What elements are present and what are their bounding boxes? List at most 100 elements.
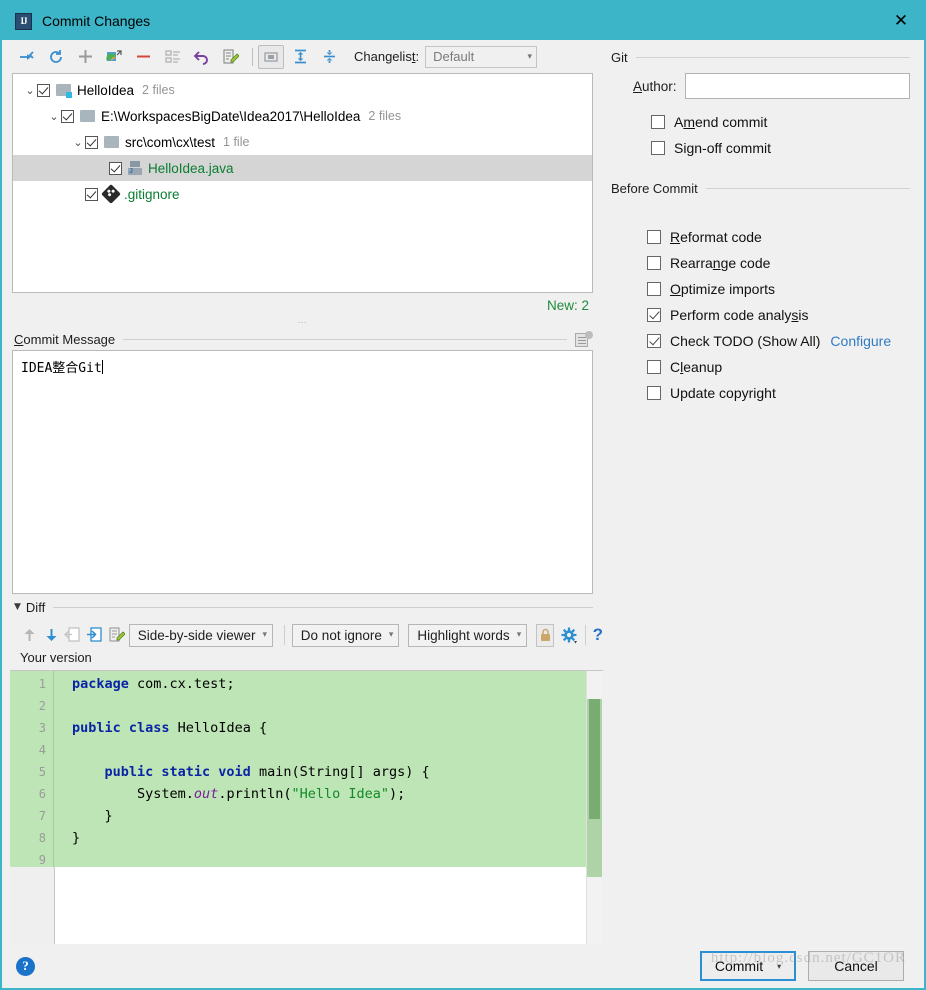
commit-button-label: Commit	[714, 958, 764, 974]
diff-toolbar: Side-by-side viewer ▾ Do not ignore ▾ Hi…	[2, 620, 603, 650]
changelist-label: Changelist:	[354, 49, 420, 64]
code-line: package com.cx.test;	[54, 673, 603, 695]
revert-change-icon[interactable]	[64, 623, 83, 647]
sign-off-commit-checkbox-row[interactable]: Sign-off commit	[651, 135, 910, 161]
configure-link[interactable]: Configure	[830, 333, 891, 349]
line-number: 3	[38, 721, 46, 735]
tree-row-helloidea-java[interactable]: J HelloIdea.java	[13, 155, 592, 181]
code-line: public class HelloIdea {	[54, 717, 603, 739]
check-todo-checkbox-row[interactable]: Check TODO (Show All) Configure	[647, 328, 910, 354]
tree-row-count: 2 files	[142, 83, 175, 97]
optimize-imports-checkbox[interactable]	[647, 282, 661, 296]
line-number: 8	[38, 831, 46, 845]
update-copyright-checkbox-row[interactable]: Update copyright	[647, 380, 910, 406]
tree-checkbox[interactable]	[109, 161, 122, 175]
move-to-another-changelist-icon[interactable]	[15, 45, 40, 69]
chevron-expanded-icon[interactable]: ⌄	[71, 136, 85, 149]
rearrange-code-label: Rearrange code	[670, 255, 771, 271]
reformat-code-label: Reformat code	[670, 229, 762, 245]
collapse-all-icon[interactable]	[317, 45, 342, 69]
tree-row-workspace-path[interactable]: ⌄ E:\WorkspacesBigDate\Idea2017\HelloIde…	[13, 103, 592, 129]
update-copyright-checkbox[interactable]	[647, 386, 661, 400]
tree-checkbox[interactable]	[37, 83, 50, 97]
perform-code-analysis-checkbox[interactable]	[647, 308, 661, 322]
next-difference-icon[interactable]	[42, 623, 61, 647]
author-row: Author:	[633, 73, 910, 99]
diff-empty-area	[10, 867, 603, 944]
diff-section-header[interactable]: ▼ Diff	[2, 594, 603, 620]
tree-row-count: 1 file	[223, 135, 250, 149]
expand-all-icon[interactable]	[288, 45, 313, 69]
cleanup-checkbox[interactable]	[647, 360, 661, 374]
commit-message-input[interactable]: IDEA整合Git	[12, 350, 593, 594]
line-number: 1	[38, 677, 46, 691]
code-lines[interactable]: package com.cx.test; public class HelloI…	[54, 671, 603, 867]
chevron-down-icon: ▾	[388, 630, 394, 640]
perform-code-analysis-checkbox-row[interactable]: Perform code analysis	[647, 302, 910, 328]
git-group-header: Git	[611, 50, 910, 65]
code-token: "Hello Idea"	[291, 786, 390, 802]
help-icon[interactable]: ?	[16, 956, 35, 976]
optimize-imports-checkbox-row[interactable]: Optimize imports	[647, 276, 910, 302]
apply-change-icon[interactable]	[85, 623, 104, 647]
previous-difference-icon[interactable]	[20, 623, 39, 647]
cancel-button[interactable]: Cancel	[808, 951, 904, 981]
edit-source-icon[interactable]	[218, 45, 243, 69]
tree-row-gitignore[interactable]: .gitignore	[13, 181, 592, 207]
amend-commit-checkbox-row[interactable]: Amend commit	[651, 109, 910, 135]
delete-icon[interactable]	[131, 45, 156, 69]
tree-checkbox[interactable]	[85, 135, 98, 149]
help-icon[interactable]: ?	[593, 625, 603, 645]
tree-row-label: HelloIdea	[77, 82, 135, 98]
chevron-expanded-icon[interactable]: ⌄	[23, 84, 37, 97]
check-todo-checkbox[interactable]	[647, 334, 661, 348]
group-by-icon[interactable]	[160, 45, 185, 69]
changelist-dropdown[interactable]: Default ▾	[425, 45, 538, 68]
whitespace-mode-value: Do not ignore	[300, 627, 382, 643]
tree-checkbox[interactable]	[85, 187, 98, 201]
refresh-icon[interactable]	[44, 45, 69, 69]
whitespace-mode-dropdown[interactable]: Do not ignore ▾	[291, 623, 400, 647]
tree-row-label: src\com\cx\test	[125, 134, 216, 150]
code-token: System.	[72, 786, 194, 802]
reformat-code-checkbox-row[interactable]: Reformat code	[647, 224, 910, 250]
vertical-splitter-handle[interactable]: ⋯	[2, 317, 603, 328]
update-copyright-label: Update copyright	[670, 385, 776, 401]
add-icon[interactable]	[73, 45, 98, 69]
chevron-down-icon[interactable]: ▼	[14, 602, 21, 612]
sign-off-commit-checkbox[interactable]	[651, 141, 665, 155]
close-icon[interactable]: ✕	[878, 2, 924, 40]
lock-icon[interactable]	[536, 623, 555, 647]
highlight-mode-dropdown[interactable]: Highlight words ▾	[408, 623, 528, 647]
scrollbar-thumb[interactable]	[589, 699, 600, 819]
tree-row-helloidea[interactable]: ⌄ HelloIdea 2 files	[13, 77, 592, 103]
code-area[interactable]: 1 2 3 4 5 6 7 8 9 package com.cx.test; p…	[10, 671, 603, 867]
chevron-down-icon: ▾	[516, 630, 522, 640]
tree-row-src-package[interactable]: ⌄ src\com\cx\test 1 file	[13, 129, 592, 155]
changed-files-tree[interactable]: ⌄ HelloIdea 2 files ⌄ E:\WorkspacesBigDa…	[12, 73, 593, 293]
check-todo-label: Check TODO (Show All)	[670, 333, 821, 349]
edit-source-icon[interactable]	[107, 623, 126, 647]
diff-section-title: Diff	[25, 599, 46, 615]
diff-viewer[interactable]: ✔ 1 2 3 4 5 6 7 8 9 package com.cx.test;…	[10, 670, 603, 944]
diff-scrollbar[interactable]	[586, 671, 603, 944]
show-diff-icon[interactable]	[102, 45, 127, 69]
amend-commit-checkbox[interactable]	[651, 115, 665, 129]
revert-icon[interactable]	[189, 45, 214, 69]
changes-toolbar: Changelist: Default ▾	[2, 40, 603, 73]
author-input[interactable]	[684, 73, 910, 99]
code-token: package	[72, 676, 129, 692]
tree-checkbox[interactable]	[61, 109, 74, 123]
new-count-label: New: 2	[546, 297, 589, 313]
commit-message-history-icon[interactable]	[575, 331, 593, 347]
chevron-expanded-icon[interactable]: ⌄	[47, 110, 61, 123]
tree-row-label: .gitignore	[124, 186, 180, 202]
group-by-directory-icon[interactable]	[258, 44, 284, 69]
gear-icon[interactable]	[561, 623, 580, 647]
commit-button[interactable]: Commit ▾	[700, 951, 796, 981]
cleanup-checkbox-row[interactable]: Cleanup	[647, 354, 910, 380]
rearrange-code-checkbox[interactable]	[647, 256, 661, 270]
rearrange-code-checkbox-row[interactable]: Rearrange code	[647, 250, 910, 276]
diff-viewer-mode-dropdown[interactable]: Side-by-side viewer ▾	[128, 623, 274, 647]
reformat-code-checkbox[interactable]	[647, 230, 661, 244]
